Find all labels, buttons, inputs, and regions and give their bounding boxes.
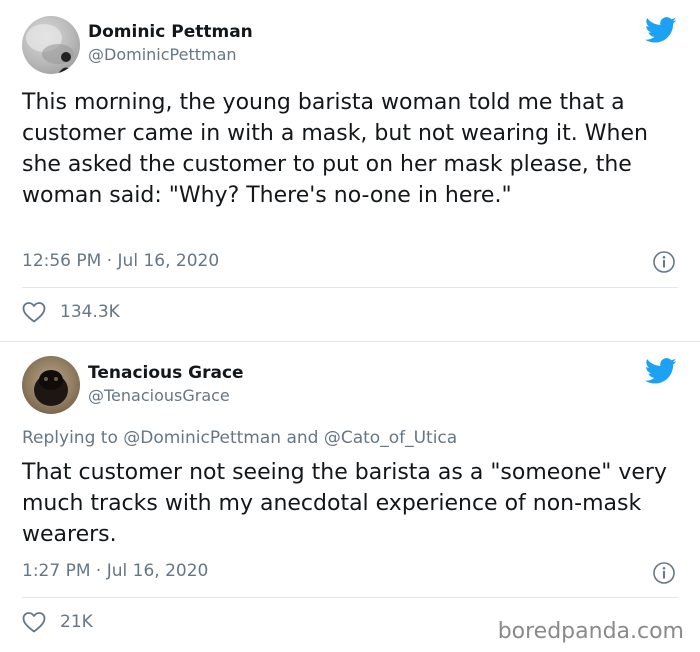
info-icon[interactable] bbox=[652, 561, 676, 585]
watermark: boredpanda.com bbox=[497, 619, 684, 644]
like-count: 134.3K bbox=[60, 302, 120, 322]
tweet-divider bbox=[22, 287, 678, 288]
user-avatar-image bbox=[34, 370, 68, 406]
heart-icon bbox=[22, 612, 46, 633]
tweet-card-1: Dominic Pettman @DominicPettman This mor… bbox=[0, 0, 700, 342]
avatar[interactable] bbox=[22, 16, 80, 74]
heart-icon bbox=[22, 302, 46, 323]
twitter-bird-icon[interactable] bbox=[645, 14, 677, 46]
reply-context[interactable]: Replying to @DominicPettman and @Cato_of… bbox=[22, 428, 457, 448]
like-button[interactable]: 134.3K bbox=[22, 301, 120, 323]
info-icon[interactable] bbox=[652, 250, 676, 274]
like-count: 21K bbox=[60, 612, 93, 632]
tweet-divider bbox=[22, 597, 678, 598]
author-handle[interactable]: @DominicPettman bbox=[88, 45, 237, 64]
screenshot-page: Dominic Pettman @DominicPettman This mor… bbox=[0, 0, 700, 652]
like-button[interactable]: 21K bbox=[22, 611, 93, 633]
tweet-timestamp[interactable]: 1:27 PM · Jul 16, 2020 bbox=[22, 561, 208, 581]
author-name[interactable]: Tenacious Grace bbox=[88, 363, 244, 383]
tweet-timestamp[interactable]: 12:56 PM · Jul 16, 2020 bbox=[22, 251, 219, 271]
user-avatar-image bbox=[26, 24, 74, 74]
avatar[interactable] bbox=[22, 356, 80, 414]
author-handle[interactable]: @TenaciousGrace bbox=[88, 386, 230, 405]
tweet-separator bbox=[0, 341, 700, 342]
tweet-body: This morning, the young barista woman to… bbox=[22, 90, 648, 208]
author-name[interactable]: Dominic Pettman bbox=[88, 22, 253, 42]
twitter-bird-icon[interactable] bbox=[645, 355, 677, 387]
tweet-body: That customer not seeing the barista as … bbox=[22, 460, 667, 547]
